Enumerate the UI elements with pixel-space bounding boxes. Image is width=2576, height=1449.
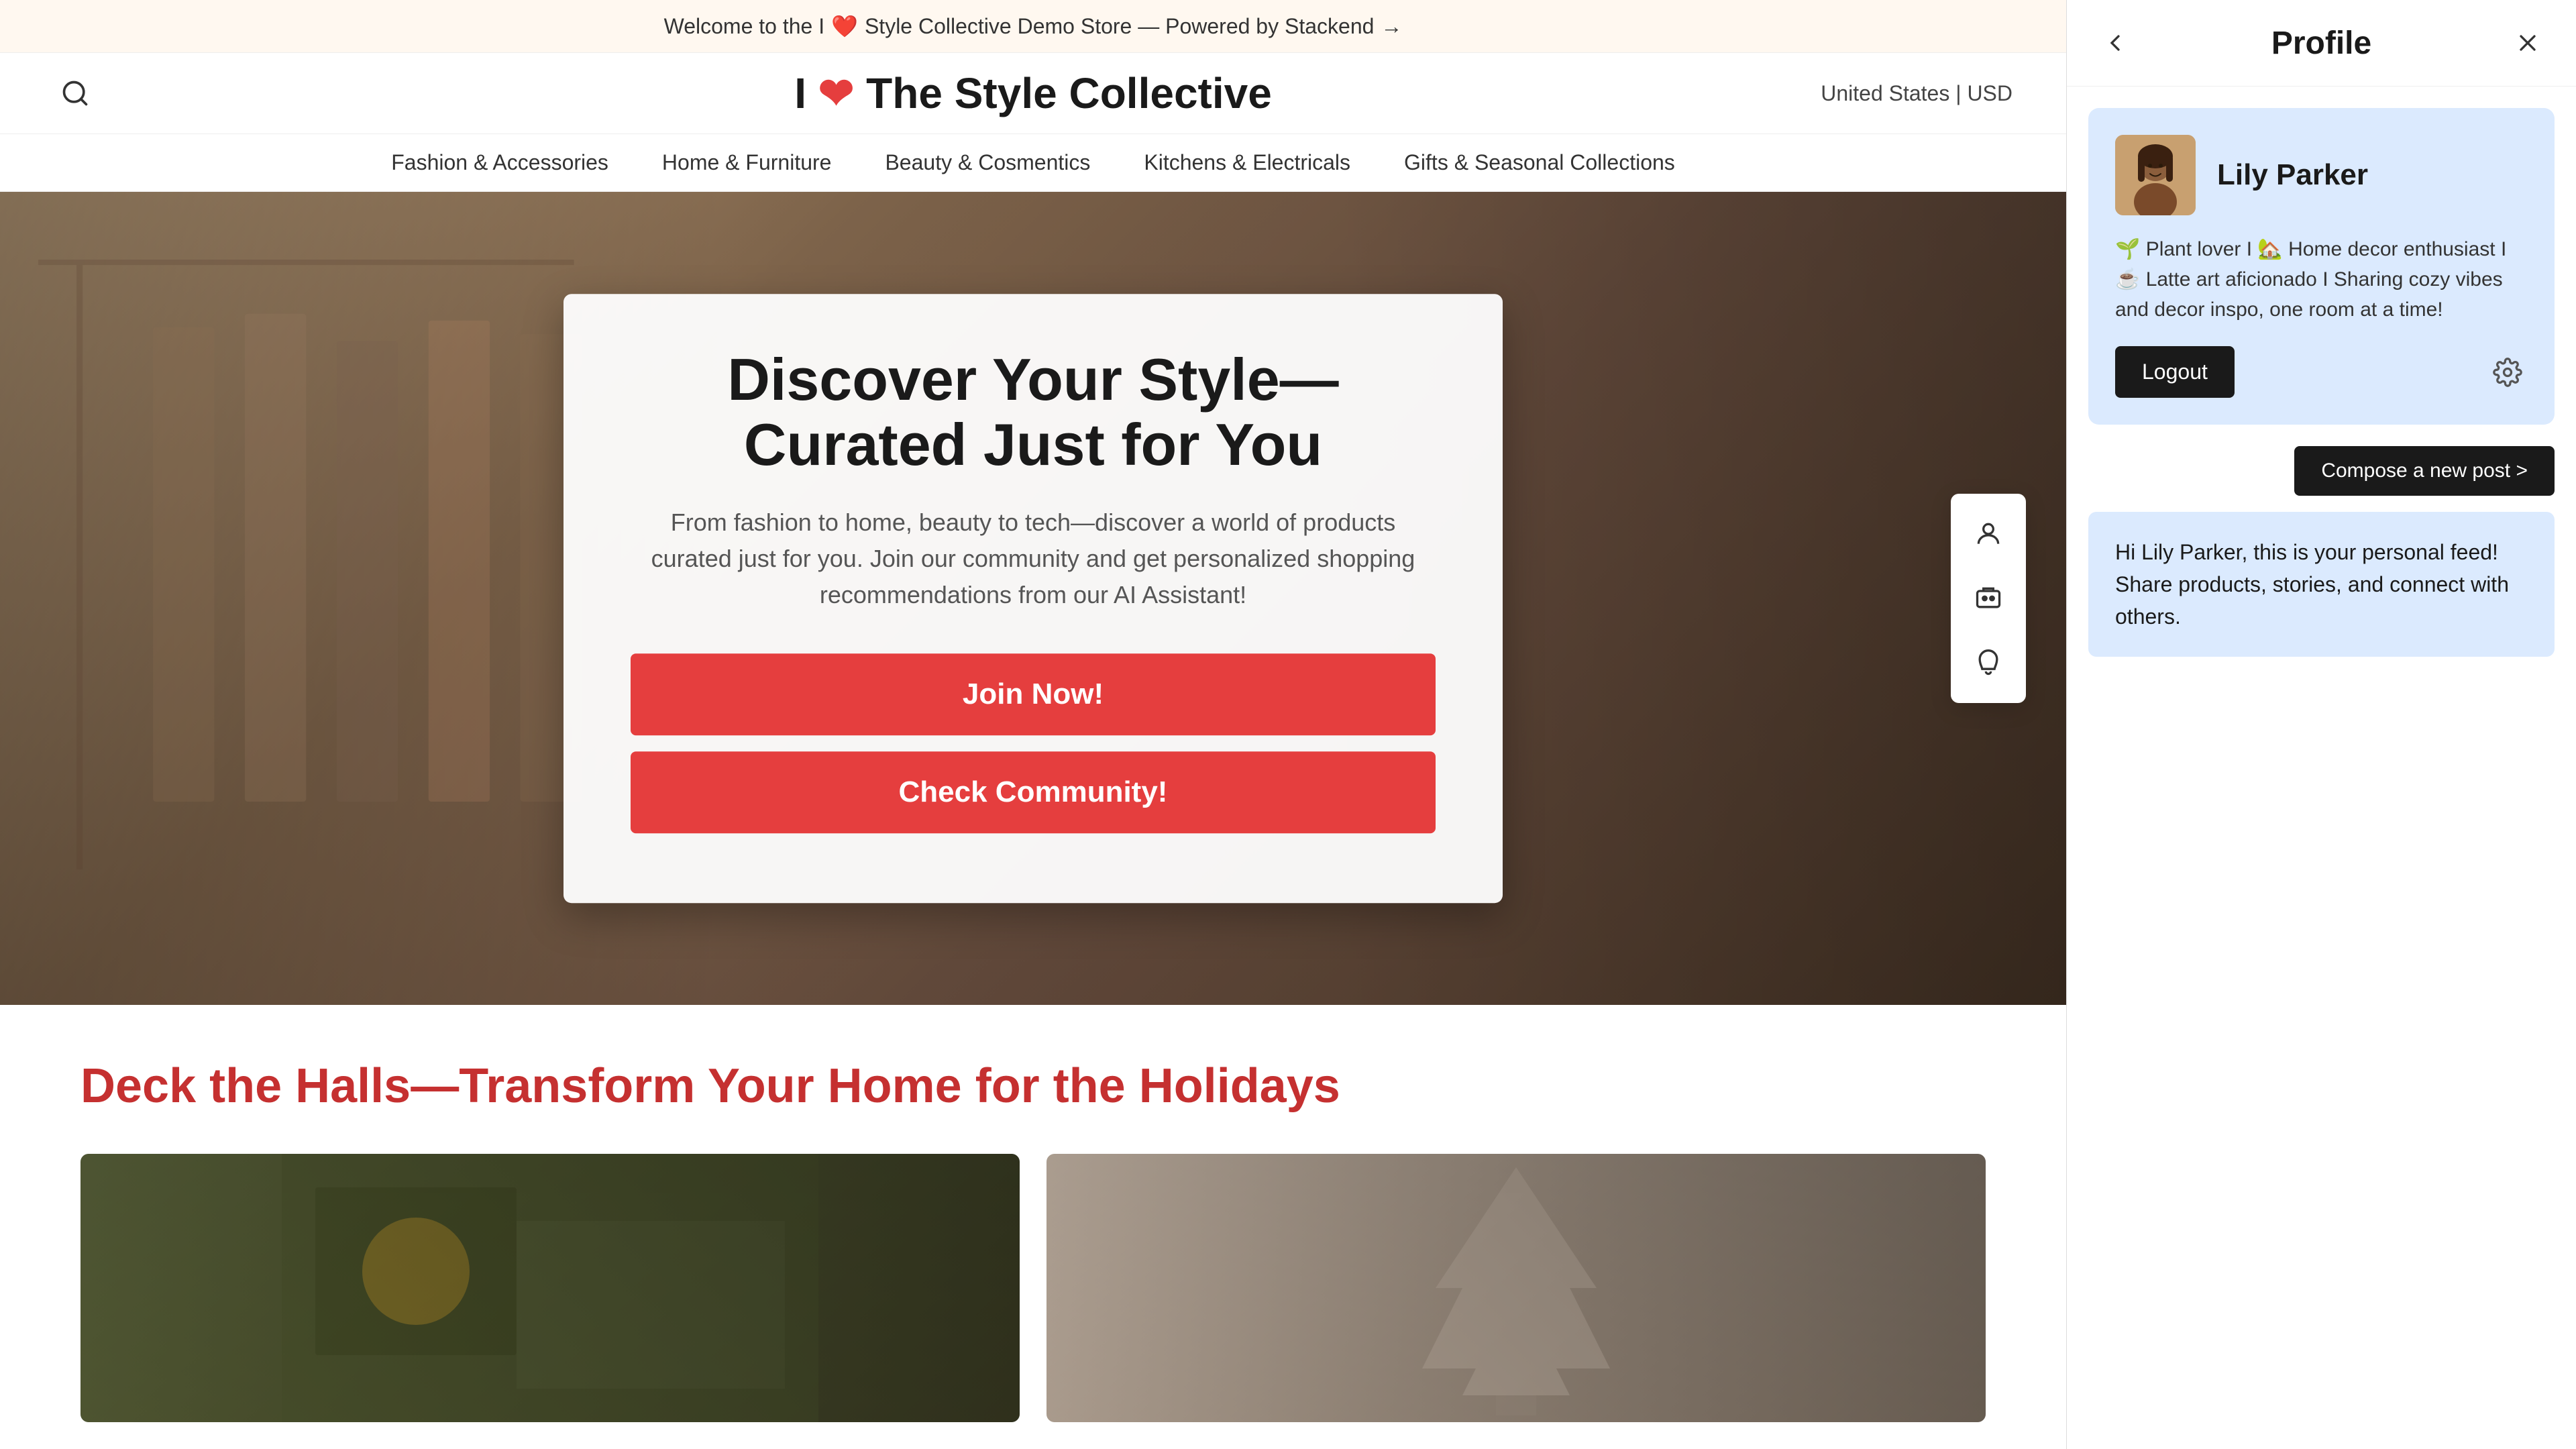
- logo-prefix: I: [794, 69, 806, 117]
- hero-subtitle: From fashion to home, beauty to tech—dis…: [631, 504, 1436, 613]
- hero-section: Discover Your Style—Curated Just for You…: [0, 192, 2066, 1005]
- profile-panel: Profile: [2066, 0, 2576, 1449]
- hero-card: Discover Your Style—Curated Just for You…: [564, 294, 1503, 903]
- nav-item-home[interactable]: Home & Furniture: [662, 150, 832, 175]
- nav-bar: Fashion & Accessories Home & Furniture B…: [0, 134, 2066, 192]
- panel-close-button[interactable]: [2506, 21, 2549, 64]
- announcement-heart: ❤️: [831, 13, 858, 39]
- alert-float-icon[interactable]: [1962, 636, 2015, 690]
- compose-button[interactable]: Compose a new post >: [2294, 446, 2555, 496]
- profile-actions: Logout: [2115, 346, 2528, 398]
- profile-float-icon[interactable]: [1962, 507, 2015, 561]
- header-left: [54, 72, 97, 115]
- panel-back-button[interactable]: [2094, 21, 2137, 64]
- panel-title: Profile: [2271, 25, 2371, 62]
- section-image-1: [80, 1154, 1020, 1422]
- panel-header: Profile: [2067, 0, 2576, 87]
- profile-card: Lily Parker 🌱 Plant lover I 🏡 Home decor…: [2088, 108, 2555, 425]
- announcement-text-after: Style Collective Demo Store — Powered by…: [865, 14, 1374, 39]
- check-community-button[interactable]: Check Community!: [631, 751, 1436, 833]
- feed-message: Hi Lily Parker, this is your personal fe…: [2088, 512, 2555, 657]
- nav-item-beauty[interactable]: Beauty & Cosmentics: [885, 150, 1090, 175]
- floating-icons-panel: [1951, 494, 2026, 703]
- avatar: [2115, 135, 2196, 215]
- ai-float-icon[interactable]: [1962, 572, 2015, 625]
- store-area: Welcome to the I ❤️ Style Collective Dem…: [0, 0, 2066, 1449]
- announcement-arrow[interactable]: →: [1381, 14, 1402, 39]
- nav-item-kitchens[interactable]: Kitchens & Electricals: [1144, 150, 1350, 175]
- store-header: I ❤ The Style Collective United States |…: [0, 53, 2066, 134]
- section-title: Deck the Halls—Transform Your Home for t…: [80, 1059, 1986, 1114]
- logout-button[interactable]: Logout: [2115, 346, 2235, 398]
- hero-title: Discover Your Style—Curated Just for You: [631, 347, 1436, 478]
- announcement-bar: Welcome to the I ❤️ Style Collective Dem…: [0, 0, 2066, 53]
- header-right: United States | USD: [1821, 81, 2012, 106]
- logo-name: The Style Collective: [866, 69, 1272, 117]
- nav-item-gifts[interactable]: Gifts & Seasonal Collections: [1404, 150, 1675, 175]
- section-images: [80, 1154, 1986, 1422]
- nav-item-fashion[interactable]: Fashion & Accessories: [391, 150, 608, 175]
- announcement-text-before: Welcome to the I: [664, 14, 825, 39]
- bottom-section: Deck the Halls—Transform Your Home for t…: [0, 1005, 2066, 1449]
- settings-gear-button[interactable]: [2487, 352, 2528, 392]
- search-button[interactable]: [54, 72, 97, 115]
- compose-row: Compose a new post >: [2067, 446, 2576, 512]
- logo-heart: ❤: [818, 69, 866, 117]
- profile-bio: 🌱 Plant lover I 🏡 Home decor enthusiast …: [2115, 234, 2528, 325]
- join-now-button[interactable]: Join Now!: [631, 653, 1436, 735]
- section-image-2: [1046, 1154, 1986, 1422]
- profile-info-row: Lily Parker: [2115, 135, 2528, 215]
- profile-name: Lily Parker: [2217, 158, 2368, 192]
- store-logo: I ❤ The Style Collective: [794, 68, 1272, 119]
- locale-selector[interactable]: United States | USD: [1821, 81, 2012, 106]
